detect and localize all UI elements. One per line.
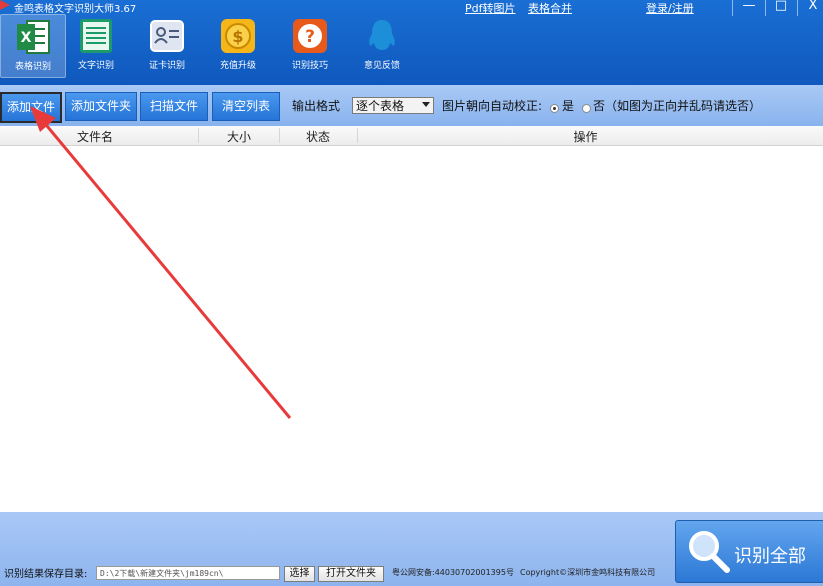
chevron-down-icon [422, 102, 430, 107]
icp-record: 粤公网安备:44030702001395号 [392, 568, 514, 577]
help-icon: ? [293, 19, 327, 53]
id-card-icon [150, 20, 184, 52]
add-folder-button[interactable]: 添加文件夹 [65, 92, 137, 121]
add-file-button[interactable]: 添加文件 [0, 92, 62, 123]
choose-dir-button[interactable]: 选择 [284, 566, 315, 582]
tool-label: 文字识别 [77, 61, 114, 71]
column-header-filename[interactable]: 文件名 [30, 128, 160, 145]
auto-orient-label: 图片朝向自动校正: [442, 99, 543, 113]
tool-card-recognition[interactable]: 证卡识别 [135, 14, 199, 76]
excel-icon: X [17, 20, 50, 54]
link-table-merge[interactable]: 表格合并 [528, 0, 572, 16]
tool-label: 充值升级 [219, 61, 256, 71]
svg-text:$: $ [232, 27, 243, 46]
magnifier-icon [689, 531, 730, 573]
orient-no-label[interactable]: 否（如图为正向并乱码请选否） [593, 97, 761, 114]
recognize-all-button[interactable]: 识别全部 [675, 520, 823, 583]
file-list-area[interactable] [0, 146, 823, 512]
recognize-all-label: 识别全部 [734, 546, 806, 567]
qq-penguin-icon [369, 20, 395, 50]
save-dir-field[interactable]: D:\2下载\新建文件夹\jm189cn\ [96, 566, 280, 580]
orient-no-radio[interactable] [582, 104, 591, 113]
tool-text-recognition[interactable]: 文字识别 [64, 14, 128, 76]
document-icon [80, 19, 112, 53]
tool-table-recognition[interactable]: X 表格识别 [0, 14, 66, 78]
coin-icon: $ [221, 19, 255, 53]
clear-list-button[interactable]: 清空列表 [212, 92, 280, 121]
title-separator [732, 0, 733, 16]
file-table-header: 文件名 大小 状态 操作 [0, 126, 823, 146]
orient-yes-label[interactable]: 是 [562, 97, 574, 114]
column-header-size[interactable]: 大小 [199, 128, 279, 145]
column-header-status[interactable]: 状态 [280, 128, 356, 145]
window-title: 金鸣表格文字识别大师3.67 [14, 4, 137, 15]
tool-label: 识别技巧 [291, 61, 328, 71]
output-format-select[interactable]: 逐个表格 [352, 97, 434, 114]
save-dir-label: 识别结果保存目录: [4, 569, 88, 580]
tool-label: 表格识别 [14, 62, 51, 72]
output-format-label: 输出格式 [292, 99, 341, 113]
svg-text:X: X [21, 30, 32, 46]
scan-file-button[interactable]: 扫描文件 [140, 92, 208, 121]
tool-recognition-tips[interactable]: ? 识别技巧 [278, 14, 342, 76]
link-pdf-to-image[interactable]: Pdf转图片 [465, 0, 516, 16]
top-toolbar: 金鸣表格文字识别大师3.67 Pdf转图片 表格合并 登录/注册 — □ X X… [0, 0, 823, 85]
output-format-value: 逐个表格 [356, 99, 405, 113]
open-folder-button[interactable]: 打开文件夹 [318, 566, 384, 582]
tool-feedback[interactable]: 意见反馈 [350, 14, 414, 76]
title-separator [797, 0, 798, 16]
tool-label: 证卡识别 [148, 61, 185, 71]
close-button[interactable]: X [802, 0, 823, 16]
minimize-button[interactable]: — [738, 0, 760, 16]
svg-text:?: ? [305, 27, 315, 47]
link-login-register[interactable]: 登录/注册 [646, 0, 694, 16]
column-header-actions[interactable]: 操作 [358, 128, 813, 145]
tool-label: 意见反馈 [363, 61, 400, 71]
copyright-text: Copyright©深圳市金鸣科技有限公司 [520, 568, 656, 577]
tool-recharge-upgrade[interactable]: $ 充值升级 [206, 14, 270, 76]
title-separator [765, 0, 766, 16]
app-logo-icon [0, 0, 10, 10]
orient-yes-radio[interactable] [550, 104, 559, 113]
maximize-button[interactable]: □ [770, 0, 792, 16]
